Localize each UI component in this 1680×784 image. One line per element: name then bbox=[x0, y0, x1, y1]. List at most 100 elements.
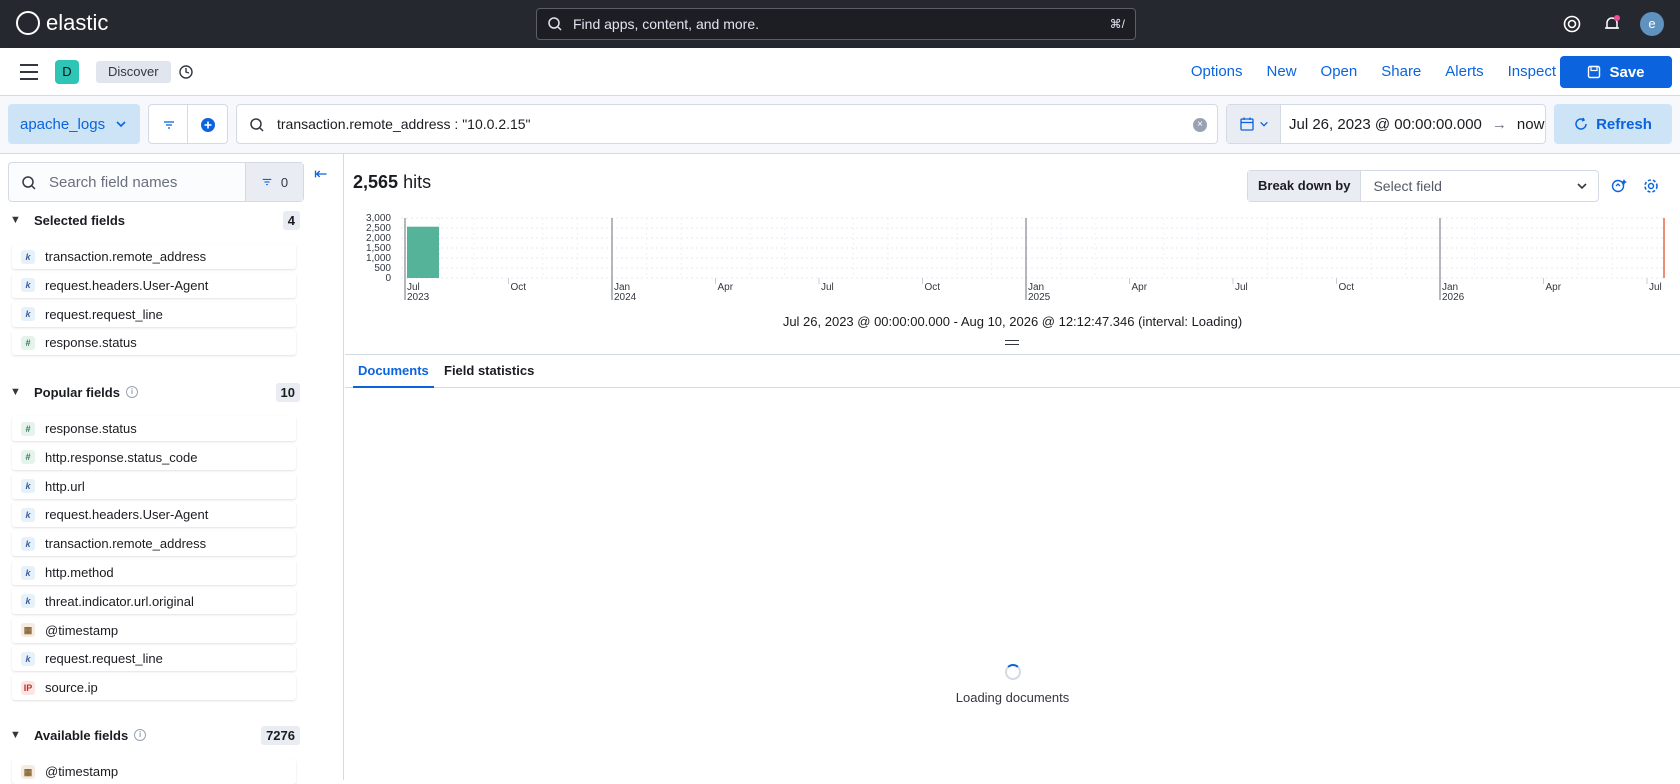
field-type-icon: # bbox=[21, 421, 35, 436]
field-item[interactable]: k request.headers.User-Agent bbox=[12, 272, 296, 298]
field-name: source.ip bbox=[45, 680, 98, 696]
field-item[interactable]: k threat.indicator.url.original bbox=[12, 588, 296, 614]
field-search-placeholder: Search field names bbox=[49, 173, 178, 191]
breakdown-select[interactable]: Break down by Select field bbox=[1247, 170, 1599, 202]
elastic-logo-icon bbox=[16, 11, 40, 35]
field-item[interactable]: # response.status bbox=[12, 330, 296, 356]
field-name: request.request_line bbox=[45, 306, 163, 322]
x-tick-label: Oct bbox=[511, 282, 527, 293]
save-button[interactable]: Save bbox=[1560, 56, 1672, 88]
alerts-link[interactable]: Alerts bbox=[1445, 63, 1483, 80]
loading-spinner-icon bbox=[1004, 664, 1021, 680]
brand-name: elastic bbox=[46, 10, 109, 35]
help-icon[interactable] bbox=[1562, 14, 1582, 34]
date-end[interactable]: now bbox=[1517, 116, 1545, 133]
field-item[interactable]: IP source.ip bbox=[12, 675, 296, 701]
open-link[interactable]: Open bbox=[1321, 63, 1358, 80]
clear-query-icon[interactable]: × bbox=[1193, 118, 1207, 132]
field-type-filter-button[interactable]: 0 bbox=[245, 163, 303, 201]
field-item[interactable]: # http.response.status_code bbox=[12, 444, 296, 470]
options-link[interactable]: Options bbox=[1191, 63, 1243, 80]
field-type-icon: k bbox=[21, 651, 35, 666]
tab-documents[interactable]: Documents bbox=[353, 355, 434, 388]
resize-handle[interactable] bbox=[1005, 340, 1019, 345]
arrow-right-icon: → bbox=[1491, 115, 1507, 133]
available-fields-header[interactable]: ▼ Available fields i 7276 bbox=[10, 723, 300, 747]
ai-assistant-icon[interactable] bbox=[1611, 178, 1627, 194]
gear-icon[interactable] bbox=[1643, 178, 1659, 194]
info-icon[interactable]: i bbox=[134, 729, 147, 741]
field-type-icon: k bbox=[21, 307, 35, 322]
field-item[interactable]: k http.url bbox=[12, 473, 296, 499]
refresh-icon bbox=[1575, 117, 1587, 130]
recently-viewed-icon[interactable] bbox=[178, 64, 194, 80]
field-item[interactable]: ▦ @timestamp bbox=[12, 759, 296, 784]
field-type-icon: k bbox=[21, 536, 35, 551]
breakdown-label: Break down by bbox=[1248, 171, 1362, 201]
field-item[interactable]: # response.status bbox=[12, 416, 296, 441]
popular-fields-header[interactable]: ▼ Popular fields i 10 bbox=[10, 380, 300, 404]
x-tick-year: 2025 bbox=[1028, 292, 1051, 303]
x-tick-label: Oct bbox=[1339, 282, 1355, 293]
data-view-picker[interactable]: apache_logs bbox=[8, 104, 140, 144]
global-search-input[interactable]: Find apps, content, and more. ⌘/ bbox=[536, 8, 1136, 40]
data-view-name: apache_logs bbox=[20, 115, 106, 133]
menu-icon[interactable] bbox=[20, 64, 38, 80]
histogram-chart[interactable]: 3,0002,5002,0001,5001,0005000Jul2023Oct J… bbox=[345, 212, 1680, 312]
chevron-down-icon: ▼ bbox=[10, 729, 21, 741]
notifications-icon[interactable] bbox=[1602, 14, 1622, 34]
field-name: threat.indicator.url.original bbox=[45, 593, 194, 609]
field-item[interactable]: k request.request_line bbox=[12, 301, 296, 327]
view-tabs: Documents Field statistics bbox=[345, 354, 1680, 388]
field-type-icon: k bbox=[21, 249, 35, 264]
date-start[interactable]: Jul 26, 2023 @ 00:00:00.000 bbox=[1289, 116, 1482, 133]
filter-menu-button[interactable] bbox=[148, 104, 188, 144]
user-avatar[interactable]: e bbox=[1640, 12, 1664, 36]
top-nav-menu: Options New Open Share Alerts Inspect bbox=[1191, 63, 1556, 80]
field-type-icon: k bbox=[21, 594, 35, 609]
field-name: transaction.remote_address bbox=[45, 536, 207, 552]
field-item[interactable]: k request.headers.User-Agent bbox=[12, 502, 296, 528]
collapse-sidebar-icon[interactable]: ⇤ bbox=[314, 164, 327, 184]
breadcrumb-discover[interactable]: Discover bbox=[96, 61, 171, 83]
selected-fields-title: Selected fields bbox=[34, 212, 126, 228]
field-type-icon: k bbox=[21, 507, 35, 522]
field-type-icon: k bbox=[21, 565, 35, 580]
space-avatar[interactable]: D bbox=[55, 60, 79, 84]
query-input[interactable]: transaction.remote_address : "10.0.2.15"… bbox=[236, 104, 1218, 144]
popular-fields-count: 10 bbox=[275, 382, 300, 402]
field-item[interactable]: k http.method bbox=[12, 560, 296, 585]
field-filter-count: 0 bbox=[280, 174, 289, 190]
field-name: http.response.status_code bbox=[45, 449, 198, 465]
x-tick-label: Apr bbox=[1546, 282, 1562, 293]
info-icon[interactable]: i bbox=[125, 386, 138, 398]
global-search-placeholder: Find apps, content, and more. bbox=[573, 16, 759, 32]
histogram-bar bbox=[407, 226, 439, 278]
field-item[interactable]: k request.request_line bbox=[12, 646, 296, 672]
add-filter-button[interactable] bbox=[188, 104, 228, 144]
new-link[interactable]: New bbox=[1267, 63, 1297, 80]
tab-field-statistics[interactable]: Field statistics bbox=[439, 355, 539, 388]
hits-counter: 2,565 hits bbox=[353, 172, 431, 193]
refresh-button[interactable]: Refresh bbox=[1554, 104, 1672, 144]
breakdown-placeholder: Select field bbox=[1373, 178, 1442, 194]
chevron-down-icon: ▼ bbox=[10, 386, 21, 398]
field-type-icon: ▦ bbox=[21, 623, 35, 638]
date-picker[interactable]: Jul 26, 2023 @ 00:00:00.000 → now bbox=[1226, 104, 1546, 144]
x-tick-year: 2026 bbox=[1442, 292, 1465, 303]
selected-fields-count: 4 bbox=[282, 210, 300, 230]
app-nav-bar: D Discover Options New Open Share Alerts… bbox=[0, 48, 1680, 96]
field-item[interactable]: k transaction.remote_address bbox=[12, 244, 296, 269]
elastic-logo[interactable]: elastic bbox=[16, 10, 108, 36]
field-name: http.method bbox=[45, 565, 114, 580]
selected-fields-header[interactable]: ▼ Selected fields 4 bbox=[10, 208, 300, 232]
filter-icon bbox=[262, 178, 272, 186]
inspect-link[interactable]: Inspect bbox=[1508, 63, 1556, 80]
field-list-sidebar: Search field names 0 ⇤ ▼ Selected fields… bbox=[0, 154, 344, 784]
field-item[interactable]: ▦ @timestamp bbox=[12, 617, 296, 643]
share-link[interactable]: Share bbox=[1381, 63, 1421, 80]
field-search-input[interactable]: Search field names 0 bbox=[8, 162, 304, 202]
field-item[interactable]: k transaction.remote_address bbox=[12, 531, 296, 557]
available-fields-title: Available fields bbox=[34, 727, 129, 743]
quick-select-button[interactable] bbox=[1227, 105, 1281, 143]
